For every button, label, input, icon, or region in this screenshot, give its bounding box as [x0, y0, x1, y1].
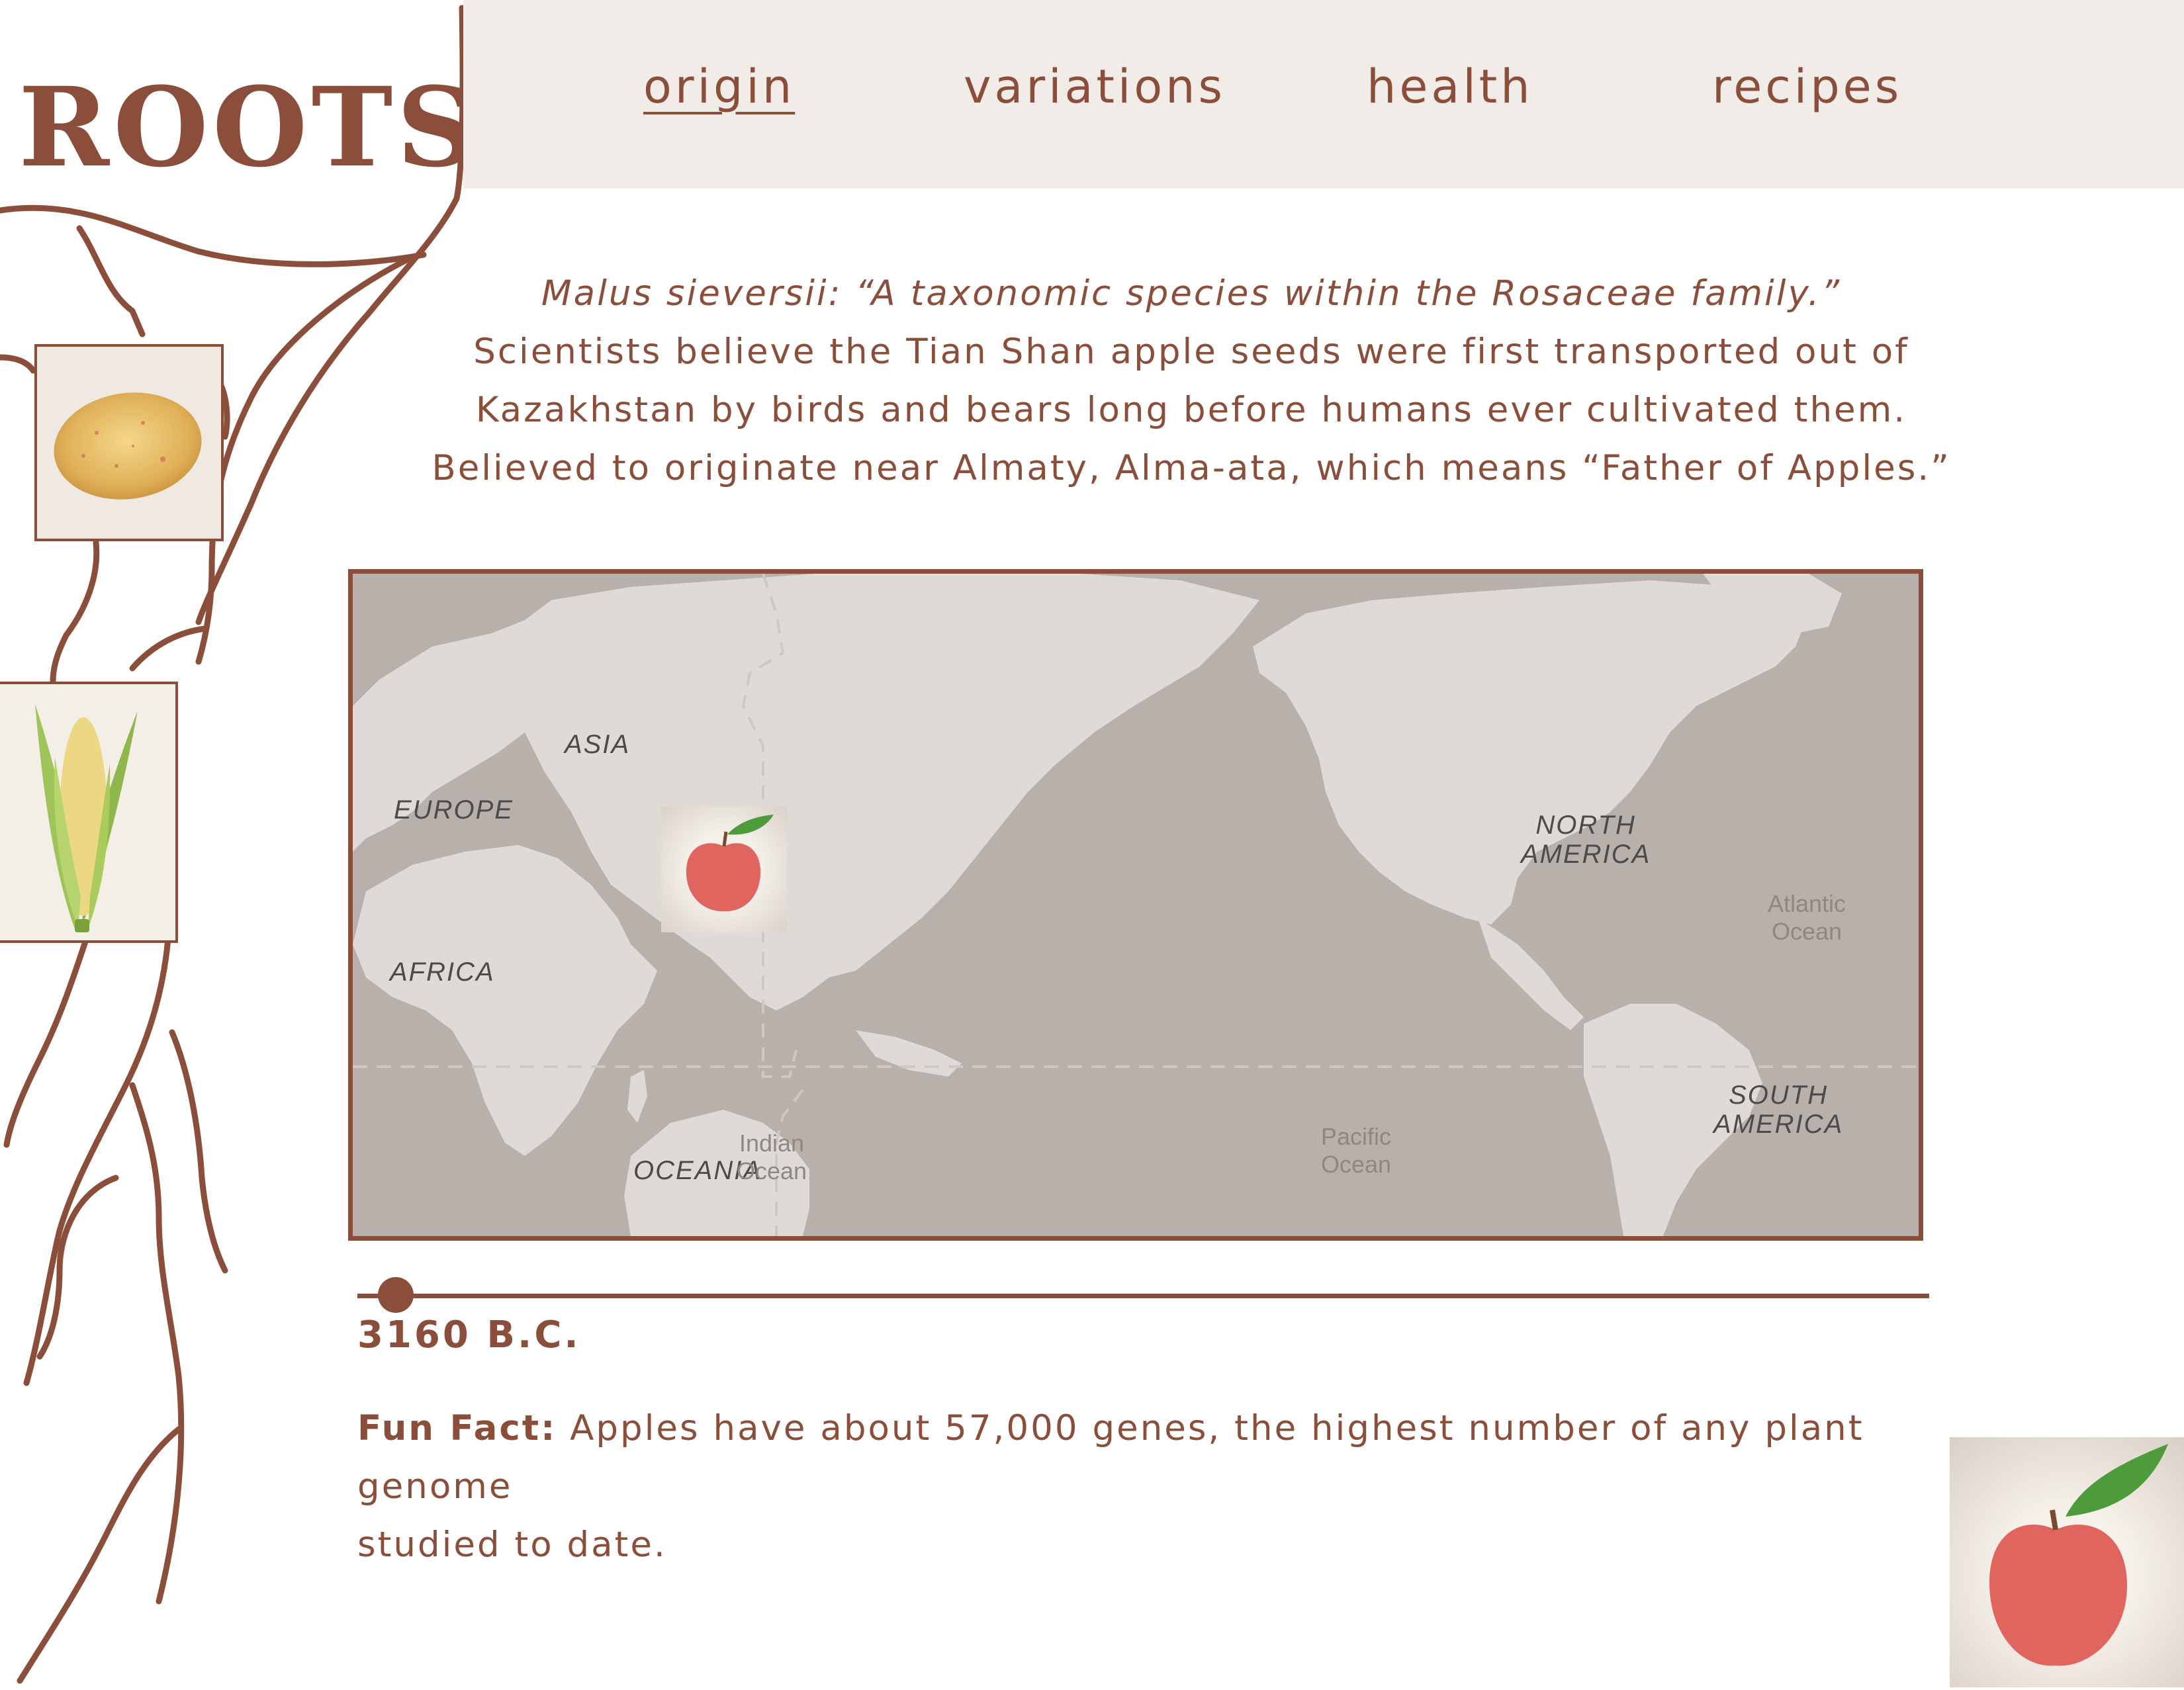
africa-label: AFRICA	[390, 957, 495, 987]
origin-marker[interactable]	[661, 807, 787, 932]
roots-logo[interactable]: ROOTS	[19, 63, 480, 191]
southeast-asia-islands	[856, 1030, 962, 1077]
north-america-label-line-2: AMERICA	[1521, 840, 1651, 869]
intro-text: Malus sieversii: “A taxonomic species wi…	[371, 265, 2012, 498]
nav-item-recipes[interactable]: recipes	[1712, 60, 1902, 114]
atlantic-ocean-label-line-2: Ocean	[1771, 918, 1843, 945]
apple-icon	[1989, 1444, 2168, 1666]
north-america-label-line-1: NORTH	[1535, 811, 1636, 840]
central-america-landmass	[1478, 918, 1584, 1030]
apple-illustration	[1950, 1437, 2184, 1687]
indian-ocean-label-line-2: Ocean	[737, 1157, 807, 1184]
pacific-ocean-label-line-2: Ocean	[1321, 1151, 1392, 1178]
nav-item-origin[interactable]: origin	[643, 60, 795, 114]
map-landmasses	[353, 574, 1919, 1236]
timeline-handle[interactable]	[377, 1277, 414, 1313]
fun-fact: Fun Fact: Apples have about 57,000 genes…	[357, 1400, 1933, 1574]
north-america-label: NORTH AMERICA	[1521, 811, 1651, 869]
apple-icon	[686, 815, 774, 912]
nav-item-health[interactable]: health	[1367, 60, 1533, 114]
atlantic-ocean-label-line-1: Atlantic	[1768, 890, 1846, 917]
africa-landmass	[353, 845, 657, 1156]
europe-label: EUROPE	[394, 795, 514, 824]
top-nav-bar: origin variations health recipes	[463, 0, 2184, 189]
potato-thumbnail[interactable]	[34, 344, 224, 541]
corn-thumbnail[interactable]	[0, 682, 178, 943]
scientific-name-line: Malus sieversii: “A taxonomic species wi…	[541, 273, 1842, 314]
fun-fact-text: Apples have about 57,000 genes, the high…	[357, 1408, 1864, 1507]
pacific-ocean-label-line-1: Pacific	[1321, 1123, 1392, 1150]
intro-line-2: Kazakhstan by birds and bears long befor…	[475, 390, 1907, 430]
fun-fact-text-2: studied to date.	[357, 1525, 667, 1565]
timeline-track[interactable]	[357, 1294, 1929, 1298]
fun-fact-label: Fun Fact:	[357, 1408, 557, 1448]
south-america-label: SOUTH AMERICA	[1713, 1081, 1843, 1139]
asia-label: ASIA	[565, 730, 631, 759]
pacific-ocean-label: Pacific Ocean	[1321, 1123, 1391, 1179]
intro-line-1: Scientists believe the Tian Shan apple s…	[473, 332, 1909, 372]
world-map[interactable]: ASIA EUROPE AFRICA OCEANIA NORTH AMERICA…	[348, 569, 1923, 1241]
corn-icon	[35, 704, 138, 932]
north-america-landmass	[1253, 580, 1809, 924]
indian-ocean-label-line-1: Indian	[739, 1130, 805, 1157]
south-america-label-line-1: SOUTH	[1729, 1081, 1829, 1110]
intro-line-3: Believed to originate near Almaty, Alma-…	[432, 448, 1951, 488]
indian-ocean-label: Indian Ocean	[737, 1130, 807, 1185]
timeline-year: 3160 B.C.	[357, 1313, 581, 1356]
potato-icon	[54, 392, 202, 500]
nav-item-variations[interactable]: variations	[964, 60, 1226, 114]
south-america-label-line-2: AMERICA	[1713, 1110, 1844, 1139]
asia-landmass	[525, 574, 1259, 1010]
atlantic-ocean-label: Atlantic Ocean	[1768, 890, 1846, 946]
madagascar-landmass	[627, 1070, 647, 1123]
